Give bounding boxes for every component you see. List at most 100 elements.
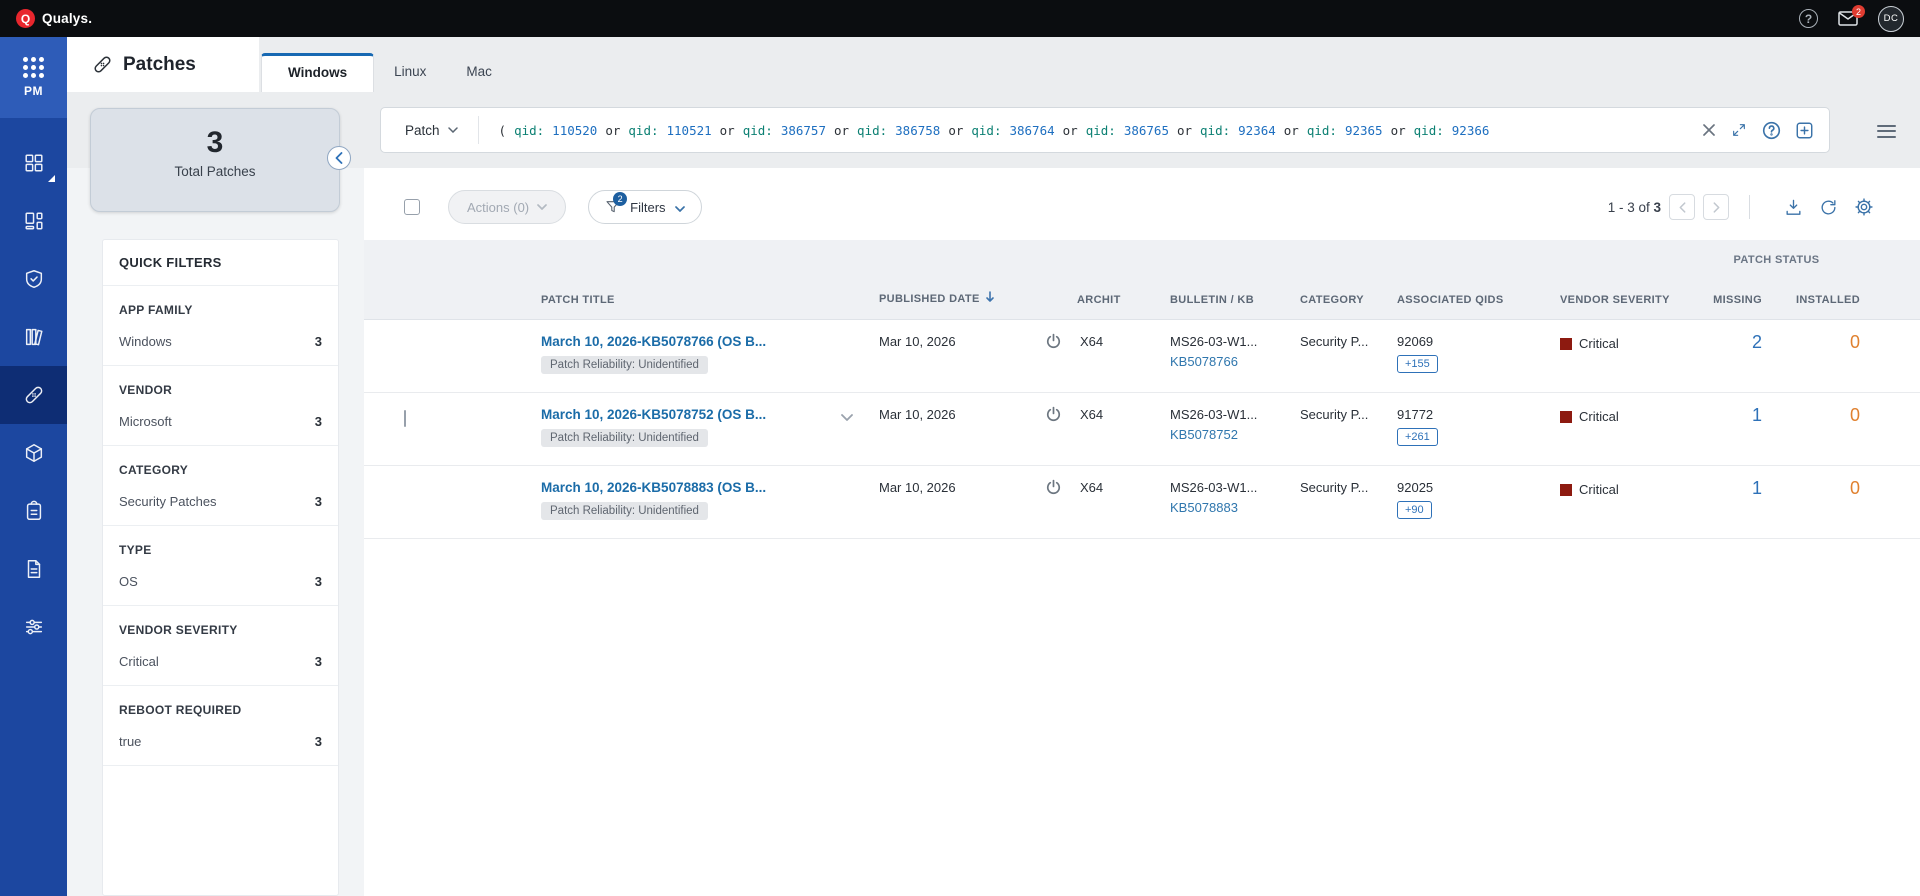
missing-count[interactable]: 1 [1679,466,1774,499]
table-row[interactable]: March 10, 2026-KB5078883 (OS B... Patch … [364,466,1920,539]
vendor-severity-cell: Critical [1549,320,1679,351]
category-cell: Security P... [1289,320,1379,349]
filters-button[interactable]: 2 Filters [588,190,701,224]
total-patches-card[interactable]: 3 Total Patches [90,108,340,212]
filter-item-count: 3 [315,334,322,349]
search-help-icon[interactable] [1762,121,1781,140]
column-header-vendor-severity[interactable]: VENDOR SEVERITY [1549,294,1679,306]
patch-title-link[interactable]: March 10, 2026-KB5078883 (OS B... [541,480,879,495]
bulletin-kb-cell: MS26-03-W1... KB5078752 [1165,393,1289,442]
filter-item-os[interactable]: OS 3 [119,574,322,589]
reboot-required-cell [1029,320,1077,350]
column-header-associated-qids[interactable]: ASSOCIATED QIDS [1379,294,1549,306]
sidebar-item-patches[interactable] [0,366,67,424]
filter-item-name: Critical [119,654,159,669]
sidebar-item-dashboard[interactable] [0,192,67,250]
row-checkbox[interactable] [404,410,406,427]
sidebar-item-reports[interactable] [0,540,67,598]
row-expander-icon[interactable] [841,409,853,424]
patch-status-group-header: PATCH STATUS [1679,254,1874,266]
filter-item-reboot-true[interactable]: true 3 [119,734,322,749]
column-header-patch-title[interactable]: PATCH TITLE [529,294,879,306]
installed-count[interactable]: 0 [1774,466,1874,499]
tab-mac[interactable]: Mac [446,53,512,92]
expand-search-icon[interactable] [1731,122,1747,138]
patch-title-link[interactable]: March 10, 2026-KB5078752 (OS B... [541,407,879,422]
add-to-search-icon[interactable] [1796,122,1813,139]
filters-count-badge: 2 [613,192,627,206]
column-header-architecture[interactable]: ARCHIT [1077,294,1165,306]
settings-gear-icon[interactable] [1854,197,1874,217]
kb-link[interactable]: KB5078752 [1170,427,1289,442]
qid-value: 92025 [1397,480,1549,495]
app-label: PM [24,84,43,98]
qid-value: 91772 [1397,407,1549,422]
missing-count[interactable]: 2 [1679,320,1774,353]
select-all-checkbox[interactable] [404,199,420,215]
filter-item-name: Windows [119,334,172,349]
filter-item-name: Security Patches [119,494,217,509]
previous-page-button[interactable] [1669,194,1695,220]
next-page-button[interactable] [1703,194,1729,220]
download-icon[interactable] [1784,198,1803,217]
filter-item-microsoft[interactable]: Microsoft 3 [119,414,322,429]
sidebar-item-configuration[interactable] [0,598,67,656]
sort-descending-icon[interactable] [985,291,995,306]
pagination-range: 1 - 3 of 3 [1608,200,1661,215]
qid-more-badge[interactable]: +90 [1397,501,1432,519]
column-header-published-date[interactable]: PUBLISHED DATE [879,291,1029,306]
avatar[interactable]: DC [1878,6,1904,32]
sidebar-item-policies[interactable] [0,250,67,308]
notifications-button[interactable]: 2 [1838,11,1858,26]
filter-item-name: OS [119,574,138,589]
filter-item-windows[interactable]: Windows 3 [119,334,322,349]
app-picker-tile[interactable]: PM [0,37,67,118]
platform-tabs: Windows Linux Mac [259,37,1920,92]
missing-count[interactable]: 1 [1679,393,1774,426]
menu-icon[interactable] [1877,121,1896,141]
power-icon [1045,406,1062,423]
table-row[interactable]: March 10, 2026-KB5078752 (OS B... Patch … [364,393,1920,466]
search-scope-dropdown[interactable]: Patch [381,123,478,138]
column-header-category[interactable]: CATEGORY [1289,294,1379,306]
published-date-cell: Mar 10, 2026 [879,393,1029,422]
qid-more-badge[interactable]: +155 [1397,355,1438,373]
installed-count[interactable]: 0 [1774,393,1874,426]
kb-link[interactable]: KB5078883 [1170,500,1289,515]
search-bar: Patch (qid:110520orqid:110521orqid:38675… [380,107,1830,153]
bulletin-id: MS26-03-W1... [1170,480,1289,495]
page-header: Patches Windows Linux Mac [67,37,1920,92]
filter-item-critical[interactable]: Critical 3 [119,654,322,669]
total-patches-label: Total Patches [91,164,339,179]
filter-group-reboot-required: REBOOT REQUIRED true 3 [103,686,338,766]
sidebar-item-assets[interactable] [0,424,67,482]
collapse-panel-button[interactable] [327,146,351,170]
clear-search-icon[interactable] [1702,123,1716,137]
filter-item-count: 3 [315,654,322,669]
flyout-corner-icon [48,175,55,182]
apps-grid-icon [23,57,44,78]
patch-title-link[interactable]: March 10, 2026-KB5078766 (OS B... [541,334,879,349]
column-header-missing[interactable]: MISSING [1679,294,1774,306]
module-picker-icon [23,152,45,174]
installed-count[interactable]: 0 [1774,320,1874,353]
qid-more-badge[interactable]: +261 [1397,428,1438,446]
sidebar-item-module-picker[interactable] [0,134,67,192]
actions-button[interactable]: Actions (0) [448,190,566,224]
sidebar-item-deployment-jobs[interactable] [0,482,67,540]
sidebar-item-knowledgebase[interactable] [0,308,67,366]
search-query[interactable]: (qid:110520orqid:110521orqid:386757orqid… [479,123,1702,138]
qualys-logo[interactable]: Q Qualys. [16,9,92,28]
kb-link[interactable]: KB5078766 [1170,354,1289,369]
column-header-bulletin-kb[interactable]: BULLETIN / KB [1165,294,1289,306]
tab-windows[interactable]: Windows [261,53,374,92]
table-row[interactable]: March 10, 2026-KB5078766 (OS B... Patch … [364,320,1920,393]
filter-item-security-patches[interactable]: Security Patches 3 [119,494,322,509]
associated-qids-cell: 91772 +261 [1379,393,1549,446]
qualys-logo-icon: Q [16,9,35,28]
help-icon[interactable]: ? [1799,9,1818,28]
tab-linux[interactable]: Linux [374,53,446,92]
refresh-icon[interactable] [1819,198,1838,217]
column-header-installed[interactable]: INSTALLED [1774,294,1874,306]
filter-group-category: CATEGORY Security Patches 3 [103,446,338,526]
